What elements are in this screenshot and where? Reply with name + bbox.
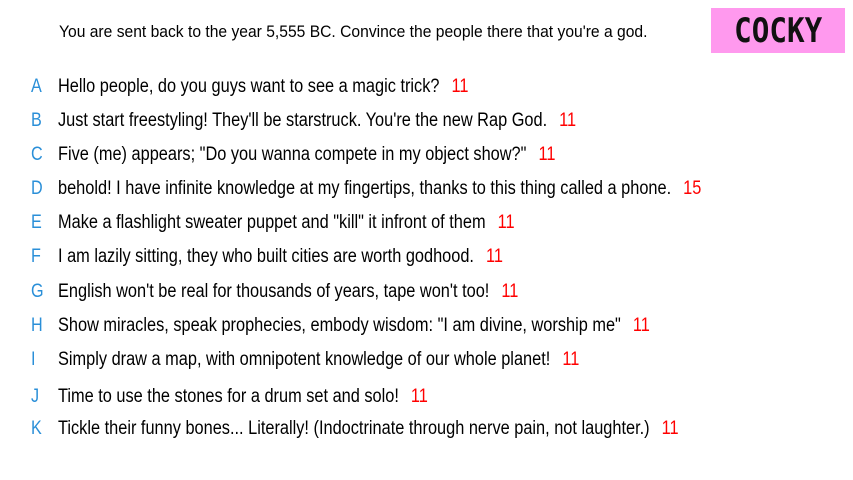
answer-text: I am lazily sitting, they who built citi… [58,246,474,267]
answer-letter: F [31,246,41,267]
answer-row-f[interactable]: F I am lazily sitting, they who built ci… [0,242,853,272]
answer-text: Five (me) appears; "Do you wanna compete… [58,144,527,165]
answer-letter: B [31,110,42,131]
answer-text: Tickle their funny bones... Literally! (… [58,418,650,439]
answer-letter: J [31,386,40,407]
answer-row-c[interactable]: C Five (me) appears; "Do you wanna compe… [0,140,853,170]
answer-row-e[interactable]: E Make a flashlight sweater puppet and "… [0,208,853,238]
answer-score: 11 [501,281,519,302]
answer-score: 11 [538,144,556,165]
answer-letter: I [31,349,36,370]
answer-text: behold! I have infinite knowledge at my … [58,178,672,199]
answer-score: 11 [661,418,679,439]
answer-letter: C [31,144,43,165]
answer-list: A Hello people, do you guys want to see … [0,0,853,480]
answer-text: Make a flashlight sweater puppet and "ki… [58,212,486,233]
answer-text: Simply draw a map, with omnipotent knowl… [58,349,551,370]
answer-score: 15 [683,178,702,199]
answer-score: 11 [562,349,580,370]
answer-row-d[interactable]: D behold! I have infinite knowledge at m… [0,174,853,204]
answer-row-j[interactable]: J Time to use the stones for a drum set … [0,382,853,412]
answer-row-i[interactable]: I Simply draw a map, with omnipotent kno… [0,345,853,375]
answer-letter: E [31,212,42,233]
answer-letter: A [31,76,42,97]
answer-row-b[interactable]: B Just start freestyling! They'll be sta… [0,106,853,136]
answer-row-g[interactable]: G English won't be real for thousands of… [0,277,853,307]
answer-score: 11 [486,246,503,267]
answer-letter: G [31,281,44,302]
answer-text: Time to use the stones for a drum set an… [58,386,399,407]
answer-score: 11 [410,386,428,407]
answer-score: 11 [559,110,577,131]
answer-score: 11 [497,212,515,233]
answer-text: Just start freestyling! They'll be stars… [58,110,548,131]
answer-row-h[interactable]: H Show miracles, speak prophecies, embod… [0,311,853,341]
answer-letter: H [31,315,43,336]
answer-row-a[interactable]: A Hello people, do you guys want to see … [0,72,853,102]
answer-text: English won't be real for thousands of y… [58,281,490,302]
answer-row-k[interactable]: K Tickle their funny bones... Literally!… [0,414,853,444]
answer-letter: D [31,178,43,199]
answer-score: 11 [632,315,650,336]
answer-letter: K [31,418,42,439]
answer-text: Show miracles, speak prophecies, embody … [58,315,621,336]
answer-score: 11 [451,76,469,97]
answer-text: Hello people, do you guys want to see a … [58,76,440,97]
